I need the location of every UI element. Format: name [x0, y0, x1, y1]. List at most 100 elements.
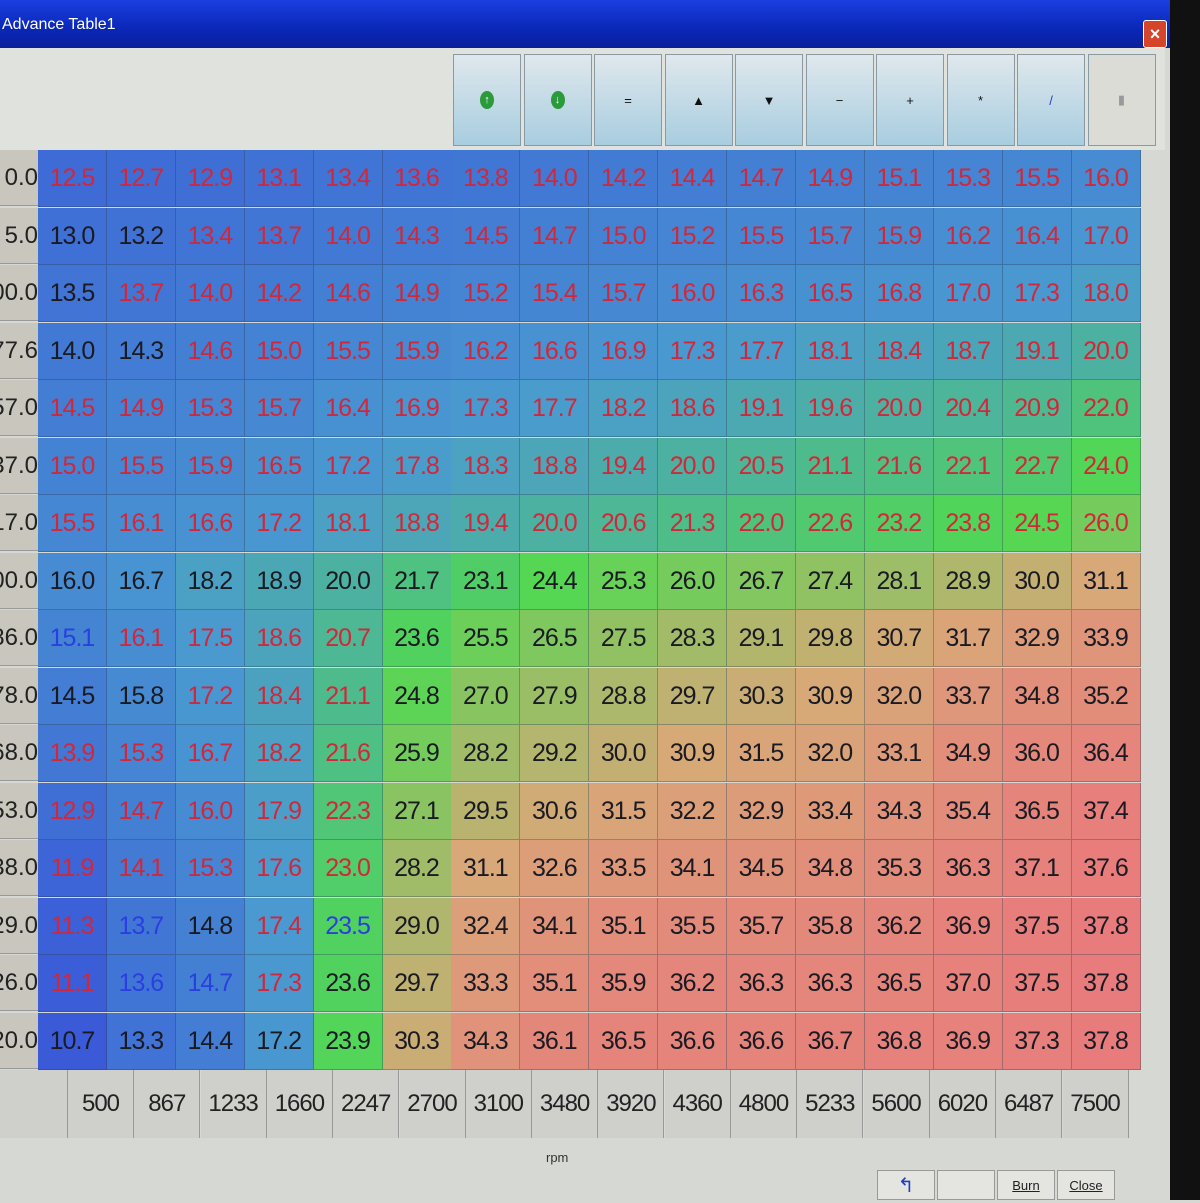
table-cell[interactable]: 13.1: [244, 150, 314, 207]
table-cell[interactable]: 20.0: [520, 495, 590, 552]
table-cell[interactable]: 14.2: [244, 265, 314, 322]
table-cell[interactable]: 16.0: [175, 782, 245, 840]
table-cell[interactable]: 34.9: [933, 725, 1003, 782]
table-cell[interactable]: 36.8: [864, 1012, 934, 1070]
table-cell[interactable]: 37.6: [1071, 840, 1141, 897]
table-cell[interactable]: 20.6: [589, 495, 659, 552]
table-cell[interactable]: 16.6: [520, 322, 590, 380]
table-cell[interactable]: 20.5: [727, 437, 796, 495]
table-cell[interactable]: 18.8: [520, 437, 590, 495]
table-cell[interactable]: 16.5: [795, 265, 865, 322]
table-cell[interactable]: 28.1: [864, 552, 934, 610]
table-cell[interactable]: 29.8: [795, 610, 865, 667]
table-cell[interactable]: 30.3: [382, 1012, 452, 1070]
table-cell[interactable]: 12.5: [38, 150, 107, 207]
lower-button[interactable]: ▼: [735, 54, 803, 146]
table-cell[interactable]: 28.2: [451, 725, 521, 782]
table-cell[interactable]: 32.0: [795, 725, 865, 782]
table-cell[interactable]: 28.3: [658, 610, 728, 667]
table-cell[interactable]: 22.0: [1071, 380, 1141, 437]
table-cell[interactable]: 15.9: [382, 322, 452, 380]
table-cell[interactable]: 30.7: [864, 610, 934, 667]
table-cell[interactable]: 28.9: [933, 552, 1003, 610]
table-cell[interactable]: 27.0: [451, 667, 521, 725]
table-cell[interactable]: 33.7: [933, 667, 1003, 725]
table-cell[interactable]: 15.5: [313, 322, 383, 380]
table-cell[interactable]: 16.4: [1002, 207, 1072, 265]
table-cell[interactable]: 29.7: [658, 667, 728, 725]
table-cell[interactable]: 35.7: [727, 897, 796, 955]
table-cell[interactable]: 29.1: [727, 610, 796, 667]
table-cell[interactable]: 14.2: [589, 150, 659, 207]
table-cell[interactable]: 24.0: [1071, 437, 1141, 495]
table-cell[interactable]: 19.4: [451, 495, 521, 552]
table-cell[interactable]: 14.3: [382, 207, 452, 265]
table-cell[interactable]: 36.5: [1002, 782, 1072, 840]
table-cell[interactable]: 36.7: [795, 1012, 865, 1070]
table-cell[interactable]: 34.5: [727, 840, 796, 897]
table-cell[interactable]: 17.0: [1071, 207, 1141, 265]
table-cell[interactable]: 19.1: [727, 380, 796, 437]
table-cell[interactable]: 33.5: [589, 840, 659, 897]
table-cell[interactable]: 14.5: [451, 207, 521, 265]
table-cell[interactable]: 29.2: [520, 725, 590, 782]
table-cell[interactable]: 15.1: [38, 610, 107, 667]
table-cell[interactable]: 15.8: [106, 667, 176, 725]
table-cell[interactable]: 31.5: [589, 782, 659, 840]
table-cell[interactable]: 36.5: [864, 955, 934, 1012]
table-cell[interactable]: 27.9: [520, 667, 590, 725]
table-cell[interactable]: 17.3: [244, 955, 314, 1012]
table-cell[interactable]: 22.7: [1002, 437, 1072, 495]
table-cell[interactable]: 13.3: [106, 1012, 176, 1070]
table-cell[interactable]: 23.6: [313, 955, 383, 1012]
table-cell[interactable]: 15.5: [106, 437, 176, 495]
close-button[interactable]: Close: [1057, 1170, 1115, 1200]
table-cell[interactable]: 13.8: [451, 150, 521, 207]
table-cell[interactable]: 15.7: [589, 265, 659, 322]
table-cell[interactable]: 17.6: [244, 840, 314, 897]
extra-button[interactable]: ▮: [1087, 54, 1156, 146]
table-cell[interactable]: 18.8: [382, 495, 452, 552]
table-cell[interactable]: 25.9: [382, 725, 452, 782]
table-cell[interactable]: 15.3: [933, 150, 1003, 207]
table-cell[interactable]: 23.1: [451, 552, 521, 610]
table-cell[interactable]: 18.0: [1071, 265, 1141, 322]
table-cell[interactable]: 20.0: [864, 380, 934, 437]
set-equal-button[interactable]: =: [594, 54, 662, 146]
table-cell[interactable]: 21.1: [795, 437, 865, 495]
table-cell[interactable]: 21.1: [313, 667, 383, 725]
table-cell[interactable]: 20.4: [933, 380, 1003, 437]
table-cell[interactable]: 35.1: [520, 955, 590, 1012]
table-cell[interactable]: 15.3: [175, 840, 245, 897]
table-cell[interactable]: 36.2: [658, 955, 728, 1012]
table-cell[interactable]: 16.7: [175, 725, 245, 782]
table-cell[interactable]: 25.3: [589, 552, 659, 610]
table-cell[interactable]: 23.9: [313, 1012, 383, 1070]
table-cell[interactable]: 18.6: [658, 380, 728, 437]
table-cell[interactable]: 17.3: [451, 380, 521, 437]
table-cell[interactable]: 18.2: [244, 725, 314, 782]
table-cell[interactable]: 33.9: [1071, 610, 1141, 667]
table-cell[interactable]: 17.4: [244, 897, 314, 955]
table-cell[interactable]: 37.5: [1002, 897, 1072, 955]
table-cell[interactable]: 36.3: [727, 955, 796, 1012]
table-cell[interactable]: 13.4: [313, 150, 383, 207]
table-cell[interactable]: 36.9: [933, 1012, 1003, 1070]
table-cell[interactable]: 17.0: [933, 265, 1003, 322]
table-cell[interactable]: 34.3: [864, 782, 934, 840]
table-cell[interactable]: 14.9: [382, 265, 452, 322]
table-cell[interactable]: 24.4: [520, 552, 590, 610]
table-cell[interactable]: 18.2: [175, 552, 245, 610]
table-cell[interactable]: 18.4: [244, 667, 314, 725]
table-cell[interactable]: 32.4: [451, 897, 521, 955]
table-cell[interactable]: 21.6: [864, 437, 934, 495]
table-cell[interactable]: 29.5: [451, 782, 521, 840]
table-cell[interactable]: 32.9: [1002, 610, 1072, 667]
table-cell[interactable]: 15.0: [589, 207, 659, 265]
table-cell[interactable]: 31.1: [451, 840, 521, 897]
table-cell[interactable]: 31.5: [727, 725, 796, 782]
table-cell[interactable]: 27.5: [589, 610, 659, 667]
table-cell[interactable]: 16.3: [727, 265, 796, 322]
table-cell[interactable]: 16.9: [589, 322, 659, 380]
table-cell[interactable]: 15.3: [175, 380, 245, 437]
